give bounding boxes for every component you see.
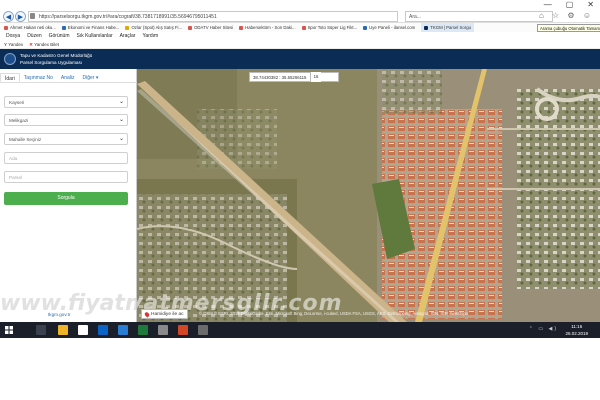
favorite-link[interactable]: Spor Toto Süper Lig Fikt...	[301, 23, 358, 32]
block-input[interactable]: Ada	[4, 152, 128, 164]
clock-time: 11:16	[571, 324, 583, 329]
favorite-label: TKGM | Parsel Sorgu	[430, 25, 472, 30]
favicon-icon	[188, 25, 193, 30]
province-select[interactable]: Kayseri ⌄	[4, 96, 128, 108]
back-button[interactable]: ◀	[3, 11, 14, 22]
favorite-link[interactable]: Ahmet Hakan neti oku...	[4, 23, 56, 32]
favorite-label: ODATV Haber Sitesi	[194, 25, 234, 30]
favicon-icon	[125, 25, 130, 30]
system-tray[interactable]: ⌃ ▭ ◀)	[529, 326, 558, 332]
place-name: Hamidiye ile ac	[151, 311, 184, 317]
query-button[interactable]: Sorgula	[4, 192, 128, 205]
satellite-map[interactable]: 38.74430382 : 35.55266115 16 www.fiyatme…	[137, 69, 600, 322]
satellite-imagery	[137, 69, 600, 322]
district-value: Melikgazi	[9, 118, 29, 123]
favicon-icon	[61, 25, 66, 30]
taskbar: ⌃ ▭ ◀) 11:16 26.02.2019	[0, 322, 600, 338]
windows-start-icon[interactable]	[5, 326, 13, 334]
favicon-icon	[363, 25, 368, 30]
url-input[interactable]: https://parselsorgu.tkgm.gov.tr/#ara/cog…	[28, 11, 398, 22]
favorite-link[interactable]: Habersektöm - Son Daki...	[239, 23, 296, 32]
app-title: Tapu ve Kadastro Genel Müdürlüğü	[20, 53, 93, 58]
favorite-link[interactable]: Uye Paneli - ilansel.com	[363, 23, 415, 32]
favicon-icon	[239, 25, 244, 30]
tooltip: Arama çubuğu Otomatik Tamamlamayı Göster	[537, 24, 600, 32]
coordinate-readout: 38.74430382 : 35.55266115	[249, 72, 339, 82]
favorite-label: Spor Toto Süper Lig Fikt...	[307, 25, 358, 30]
watermark-left: www.fiyatmersgiir.com	[0, 291, 137, 316]
favicon-icon	[301, 25, 306, 30]
excel-icon[interactable]	[138, 325, 148, 335]
chevron-down-icon: ⌄	[118, 136, 124, 142]
map-attribution: © OSM © ESRI, 2013 DigitalGlobe, Esri, M…	[199, 311, 468, 316]
clock[interactable]: 11:16 26.02.2019	[565, 323, 588, 337]
close-button[interactable]: ✕	[587, 0, 594, 10]
title-bar: — ▢ ✕	[0, 0, 600, 10]
province-value: Kayseri	[9, 100, 25, 105]
panel-tab[interactable]: Taşınmaz No	[20, 73, 57, 82]
menu-item[interactable]: Dosya	[6, 32, 20, 41]
powerpoint-icon[interactable]	[178, 325, 188, 335]
panel-tabs: İdari Taşınmaz No Analiz Diğer ▾	[0, 73, 137, 83]
favorite-link[interactable]: ODATV Haber Sitesi	[188, 23, 233, 32]
favorite-label: Ozlar (Spot) Alış Satış Fi...	[131, 25, 183, 30]
favorite-label: Ahmet Hakan neti oku...	[10, 25, 56, 30]
menu-bar: Dosya Düzen Görünüm Sık Kullanılanlar Araçla…	[0, 32, 600, 41]
panel-tab[interactable]: Analiz	[57, 73, 79, 82]
app-header: Tapu ve Kadastro Genel Müdürlüğü Parsel …	[0, 49, 600, 69]
favicon-icon	[4, 25, 8, 30]
app-icon[interactable]	[198, 325, 208, 335]
yandex-label: Yandex	[8, 42, 24, 47]
favorite-link[interactable]: TKGM | Parsel Sorgu	[421, 23, 475, 32]
file-explorer-icon[interactable]	[58, 325, 68, 335]
clock-date: 26.02.2019	[565, 331, 588, 336]
chevron-down-icon: ⌄	[118, 117, 124, 123]
yandex-link[interactable]: Y Yandex	[4, 41, 23, 48]
blank-area	[0, 338, 600, 400]
task-view-icon[interactable]	[36, 325, 46, 335]
panel-tab[interactable]: Diğer ▾	[79, 73, 103, 82]
favorite-label: Ekonomi ve Finans Habe...	[67, 25, 120, 30]
outlook-icon[interactable]	[98, 325, 108, 335]
search-input[interactable]: Ara...	[405, 11, 553, 22]
lock-icon	[30, 13, 35, 19]
favicon-icon	[424, 25, 429, 30]
menu-item[interactable]: Araçlar	[120, 32, 136, 41]
tkgm-logo	[4, 53, 16, 65]
district-select[interactable]: Melikgazi ⌄	[4, 114, 128, 126]
menu-item[interactable]: Sık Kullanılanlar	[76, 32, 112, 41]
browser-window: — ▢ ✕ ◀ ▶ https://parselsorgu.tkgm.gov.t…	[0, 0, 600, 400]
menu-item[interactable]: Görünüm	[49, 32, 70, 41]
forward-button[interactable]: ▶	[15, 11, 26, 22]
yandex-bar: Y Yandex ✕ Yandex Bilet	[0, 41, 600, 49]
store-icon[interactable]	[78, 325, 88, 335]
panel-tab[interactable]: İdari	[0, 73, 20, 82]
window-controls: — ▢ ✕	[544, 0, 594, 10]
favorite-link[interactable]: Ozlar (Spot) Alış Satış Fi...	[125, 23, 182, 32]
app-subtitle: Parsel Sorgulama Uygulaması	[20, 60, 83, 65]
address-bar: ◀ ▶ https://parselsorgu.tkgm.gov.tr/#ara…	[0, 10, 600, 23]
chevron-down-icon: ⌄	[118, 99, 124, 105]
query-panel: İdari Taşınmaz No Analiz Diğer ▾ Kayseri ⌄ …	[0, 69, 137, 322]
map-pin-icon	[143, 310, 151, 318]
favorite-link[interactable]: Ekonomi ve Finans Habe...	[61, 23, 120, 32]
place-label[interactable]: Hamidiye ile ac	[141, 309, 188, 319]
neighborhood-select[interactable]: Mahalle Seçiniz ⌄	[4, 133, 128, 145]
menu-item[interactable]: Yardım	[142, 32, 158, 41]
minimize-button[interactable]: —	[544, 0, 552, 10]
maximize-button[interactable]: ▢	[566, 0, 574, 10]
favorite-label: Uye Paneli - ilansel.com	[369, 25, 416, 30]
neighborhood-value: Mahalle Seçiniz	[9, 137, 42, 142]
yandex-bilet-label: Yandex Bilet	[34, 42, 60, 47]
toolbar-icons[interactable]: ⌂ ☆ ⚙ ☺	[539, 11, 594, 20]
favorite-label: Habersektöm - Son Daki...	[245, 25, 296, 30]
favorites-bar: Ahmet Hakan neti oku... Ekonomi ve Finans…	[0, 23, 600, 32]
menu-item[interactable]: Düzen	[27, 32, 41, 41]
zoom-level: 16	[310, 72, 321, 82]
internet-explorer-icon[interactable]	[118, 325, 128, 335]
parcel-input[interactable]: Parsel	[4, 171, 128, 183]
app-icon[interactable]	[158, 325, 168, 335]
yandex-bilet-link[interactable]: ✕ Yandex Bilet	[29, 41, 59, 48]
